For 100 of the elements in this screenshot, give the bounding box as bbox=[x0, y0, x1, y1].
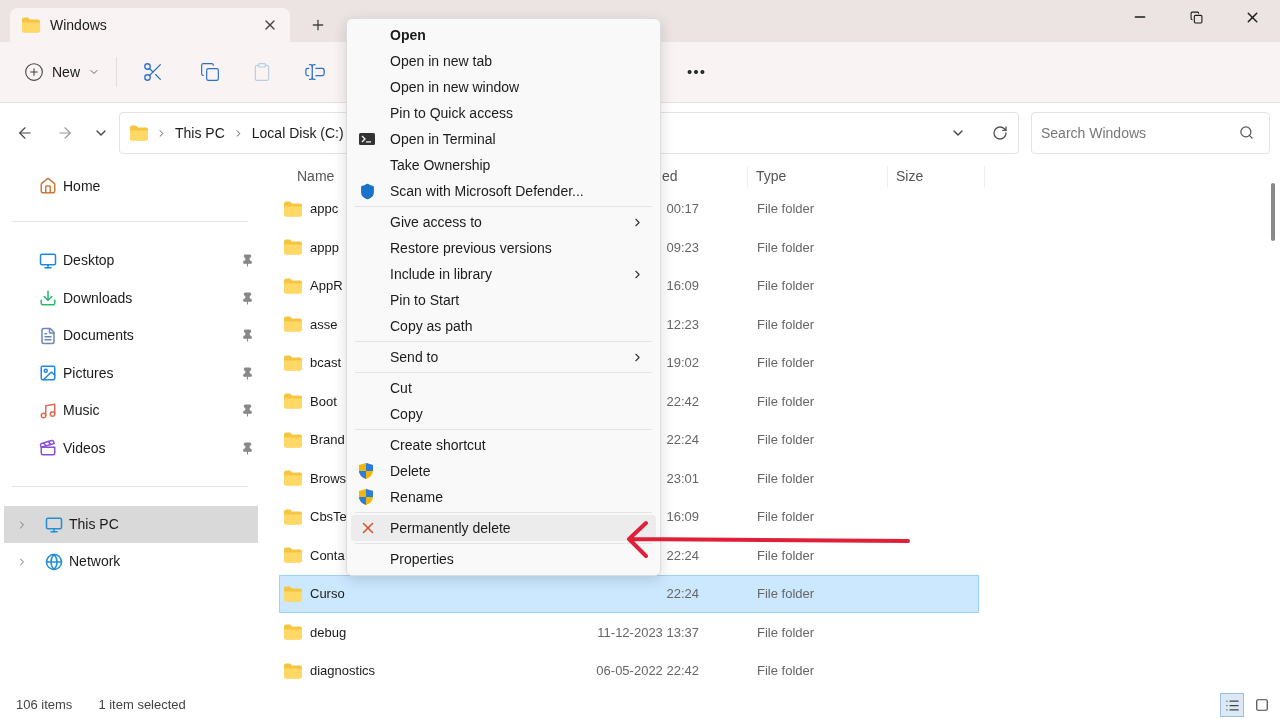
folder-tab[interactable]: Windows bbox=[10, 8, 290, 42]
sidebar-item[interactable]: Network bbox=[4, 543, 258, 580]
folder-icon bbox=[284, 316, 302, 333]
computer-icon bbox=[45, 515, 63, 534]
sidebar-label: This PC bbox=[69, 515, 119, 534]
pin-icon[interactable] bbox=[241, 404, 254, 418]
item-count: 106 items bbox=[16, 696, 73, 715]
file-row[interactable]: Curso 22:24 File folder bbox=[279, 574, 979, 613]
type-cell: File folder bbox=[757, 278, 815, 293]
menu-item[interactable]: Give access to bbox=[351, 209, 656, 235]
menu-item[interactable]: Restore previous versions bbox=[351, 235, 656, 261]
sidebar-item[interactable]: Downloads bbox=[63, 287, 235, 309]
cut-icon[interactable] bbox=[142, 61, 164, 83]
pin-icon[interactable] bbox=[241, 441, 254, 455]
sidebar-item[interactable]: This PC bbox=[4, 506, 258, 543]
menu-item[interactable]: Open in new tab bbox=[351, 48, 656, 74]
menu-item[interactable]: Pin to Start bbox=[351, 287, 656, 313]
type-cell: File folder bbox=[757, 663, 815, 678]
menu-item[interactable]: Open in Terminal bbox=[351, 126, 656, 152]
home-icon bbox=[39, 177, 57, 195]
search-field[interactable]: Search Windows bbox=[1031, 112, 1270, 154]
picture-icon bbox=[39, 364, 57, 383]
menu-item[interactable]: Permanently delete bbox=[351, 515, 656, 541]
new-tab-icon[interactable] bbox=[310, 17, 326, 33]
pin-icon[interactable] bbox=[241, 329, 254, 343]
type-cell: File folder bbox=[757, 624, 815, 640]
type-cell: File folder bbox=[757, 201, 815, 216]
date-cell-text: 22:24 bbox=[666, 546, 699, 565]
folder-icon bbox=[284, 354, 302, 371]
refresh-icon[interactable] bbox=[992, 125, 1008, 141]
shield-icon bbox=[359, 182, 376, 200]
scrollbar-thumb[interactable] bbox=[1271, 183, 1275, 241]
file-name: asse bbox=[310, 315, 338, 334]
pin-icon[interactable] bbox=[241, 291, 254, 305]
date-cell-text: 11-12-2023 13:37 bbox=[597, 623, 699, 642]
document-icon bbox=[39, 326, 57, 345]
file-name: AppR bbox=[310, 277, 343, 295]
date-cell-text: 22:24 bbox=[666, 585, 699, 603]
breadcrumb-item[interactable]: Local Disk (C:) bbox=[251, 122, 344, 144]
tab-title: Windows bbox=[50, 15, 108, 35]
menu-item[interactable]: Properties bbox=[351, 546, 656, 572]
terminal-icon bbox=[359, 133, 375, 145]
date-cell-text: 22:24 bbox=[666, 431, 699, 449]
column-header[interactable]: ed bbox=[662, 166, 678, 188]
date-cell-text: 09:23 bbox=[666, 238, 699, 257]
folder-icon bbox=[284, 470, 302, 487]
breadcrumb-item[interactable]: This PC bbox=[175, 122, 225, 144]
menu-item[interactable]: Open bbox=[351, 22, 656, 48]
sidebar-label: Home bbox=[63, 176, 101, 196]
pin-icon[interactable] bbox=[241, 254, 254, 268]
plus-icon[interactable] bbox=[24, 62, 44, 82]
file-name: Brows bbox=[310, 469, 347, 488]
menu-item[interactable]: Open in new window bbox=[351, 74, 656, 100]
download-icon bbox=[39, 289, 57, 308]
date-cell-text: 19:02 bbox=[666, 354, 699, 372]
menu-item[interactable]: Create shortcut bbox=[351, 432, 656, 458]
folder-icon bbox=[284, 547, 302, 564]
type-cell: File folder bbox=[757, 239, 815, 255]
sidebar-item[interactable]: Home bbox=[4, 171, 114, 201]
file-name: bcast bbox=[310, 354, 342, 372]
file-name: Brand bbox=[310, 431, 345, 449]
file-name: Curso bbox=[310, 585, 345, 603]
sidebar-item[interactable]: Documents bbox=[63, 325, 235, 347]
menu-item[interactable]: Send to bbox=[351, 344, 656, 370]
column-header[interactable]: Name bbox=[297, 166, 335, 188]
sidebar-item[interactable]: Desktop bbox=[63, 250, 235, 272]
network-icon bbox=[45, 552, 63, 571]
rename-icon[interactable] bbox=[304, 61, 326, 83]
video-icon bbox=[39, 439, 57, 458]
folder-icon bbox=[284, 585, 302, 602]
sidebar-item[interactable]: Pictures bbox=[63, 362, 235, 384]
column-header[interactable]: Size bbox=[896, 166, 924, 188]
file-name: CbsTe bbox=[310, 508, 347, 526]
file-name: Conta bbox=[310, 546, 345, 565]
menu-item[interactable]: Include in library bbox=[351, 261, 656, 287]
menu-item[interactable]: Pin to Quick access bbox=[351, 100, 656, 126]
search-icon bbox=[1239, 125, 1254, 140]
menu-item[interactable]: Scan with Microsoft Defender... bbox=[351, 178, 656, 204]
date-cell-text: 23:01 bbox=[666, 469, 699, 488]
date-cell-text: 16:09 bbox=[666, 277, 699, 295]
file-name: appc bbox=[310, 200, 339, 218]
back-icon[interactable] bbox=[16, 124, 34, 142]
copy-icon[interactable] bbox=[200, 62, 220, 82]
menu-item[interactable]: Take Ownership bbox=[351, 152, 656, 178]
menu-item[interactable]: Cut bbox=[351, 375, 656, 401]
view-button[interactable] bbox=[1220, 693, 1244, 717]
restore-icon[interactable] bbox=[1189, 10, 1203, 24]
folder-icon bbox=[130, 125, 148, 141]
menu-item[interactable]: Copy as path bbox=[351, 313, 656, 339]
column-header[interactable]: Type bbox=[756, 166, 787, 188]
type-cell: File folder bbox=[757, 470, 815, 486]
pin-icon[interactable] bbox=[241, 366, 254, 380]
forward-icon[interactable] bbox=[56, 124, 74, 142]
menu-item[interactable]: Rename bbox=[351, 484, 656, 510]
new-button[interactable]: New bbox=[46, 54, 86, 90]
sidebar-item[interactable]: Music bbox=[63, 400, 235, 422]
date-cell-text: 22:42 bbox=[666, 392, 699, 411]
sidebar-item[interactable]: Videos bbox=[63, 437, 235, 459]
menu-item[interactable]: Copy bbox=[351, 401, 656, 427]
menu-item[interactable]: Delete bbox=[351, 458, 656, 484]
